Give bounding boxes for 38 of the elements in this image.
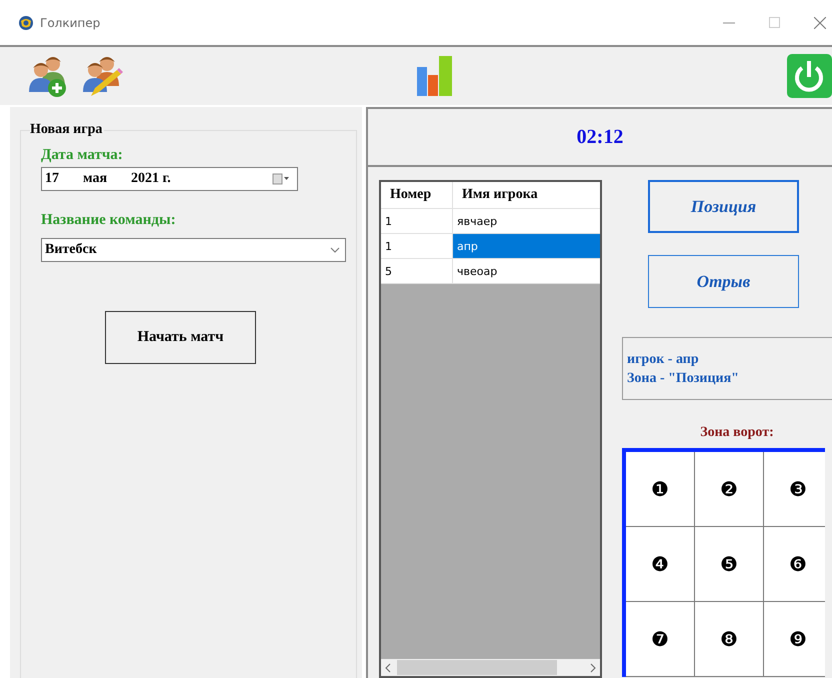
group-title: Новая игра [30, 122, 104, 138]
goal-zone-cell[interactable]: ❻ [764, 527, 825, 602]
info-text: игрок - апр [627, 350, 700, 368]
team-label: Название команды: [41, 212, 177, 229]
maximize-icon[interactable] [769, 17, 780, 28]
goal-zone-cell[interactable]: ❼ [626, 602, 695, 677]
goal-zone-cell[interactable]: ❾ [764, 602, 825, 677]
power-icon[interactable] [786, 53, 832, 99]
table-cell-text: чвеоар [456, 264, 498, 280]
goal-zone-cell[interactable]: ❷ [695, 452, 764, 527]
goal-zone-cell[interactable]: ❹ [626, 527, 695, 602]
info-text: Зона - "Позиция" [627, 370, 740, 388]
statistics-icon[interactable] [416, 55, 454, 97]
goal-zone-cell[interactable]: ❺ [695, 527, 764, 602]
calendar-icon [272, 173, 290, 185]
table-cell: 1 [381, 209, 453, 233]
goal-zone-cell[interactable]: ❽ [695, 602, 764, 677]
window-title: Голкипер [40, 16, 100, 30]
goal-zone-cell[interactable]: ❸ [764, 452, 825, 527]
match-timer: 02:12 [368, 107, 832, 167]
column-header: Имя игрока [461, 186, 539, 204]
table-cell-text: явчаер [456, 214, 498, 230]
date-picker[interactable]: 17 мая 2021 г. [41, 167, 298, 191]
start-match-button[interactable]: Начать матч [105, 311, 256, 364]
column-header: Номер [381, 182, 453, 208]
table-cell: апр [453, 234, 600, 258]
close-icon[interactable] [814, 16, 826, 28]
horizontal-scrollbar[interactable] [381, 659, 600, 676]
team-dropdown[interactable]: Витебск [41, 238, 346, 262]
app-icon [18, 14, 34, 30]
goal-zone-cell[interactable]: ❶ [626, 452, 695, 527]
table-cell: 5 [381, 259, 453, 283]
date-label: Дата матча: [41, 147, 124, 164]
chevron-down-icon [330, 247, 340, 253]
scrollbar-thumb[interactable] [397, 660, 557, 675]
zone-type-button[interactable]: Позиция [648, 180, 799, 233]
zone-type-button[interactable]: Отрыв [648, 255, 799, 308]
goal-zone-title: Зона ворот: [699, 425, 775, 441]
